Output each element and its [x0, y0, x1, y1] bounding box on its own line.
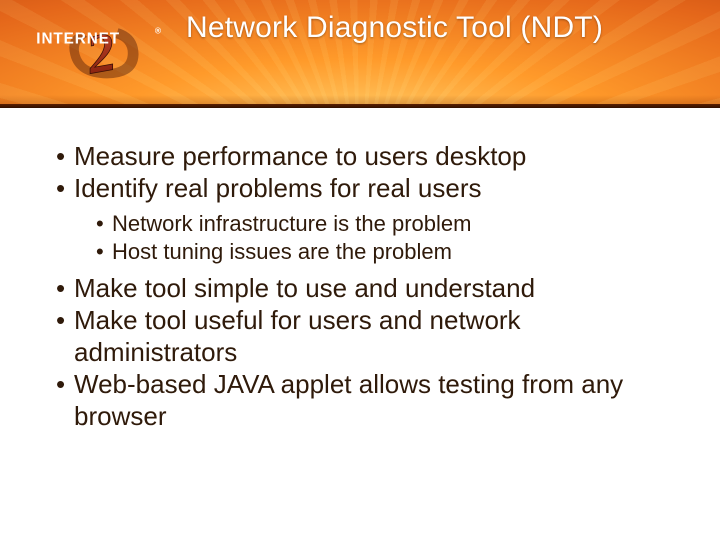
title-banner: 2 INTERNET ® Network Diagnostic Tool (ND… [0, 0, 720, 108]
bullet-item: Identify real problems for real users [56, 172, 680, 204]
slide: 2 INTERNET ® Network Diagnostic Tool (ND… [0, 0, 720, 540]
bullet-item: Measure performance to users desktop [56, 140, 680, 172]
bullet-sublist: Network infrastructure is the problem Ho… [96, 210, 680, 266]
bullet-list: Make tool simple to use and understand M… [56, 272, 680, 432]
bullet-list: Measure performance to users desktop Ide… [56, 140, 680, 204]
bullet-subitem: Network infrastructure is the problem [96, 210, 680, 238]
slide-title: Network Diagnostic Tool (NDT) [186, 10, 690, 46]
svg-text:2: 2 [81, 21, 120, 86]
bullet-subitem: Host tuning issues are the problem [96, 238, 680, 266]
bullet-item: Web-based JAVA applet allows testing fro… [56, 368, 680, 432]
bullet-item: Make tool useful for users and network a… [56, 304, 680, 368]
logo-text: INTERNET [36, 30, 120, 47]
bullet-item: Make tool simple to use and understand [56, 272, 680, 304]
slide-body: Measure performance to users desktop Ide… [56, 140, 680, 432]
internet2-logo: 2 INTERNET ® [34, 12, 164, 90]
logo-registered-icon: ® [155, 25, 162, 35]
